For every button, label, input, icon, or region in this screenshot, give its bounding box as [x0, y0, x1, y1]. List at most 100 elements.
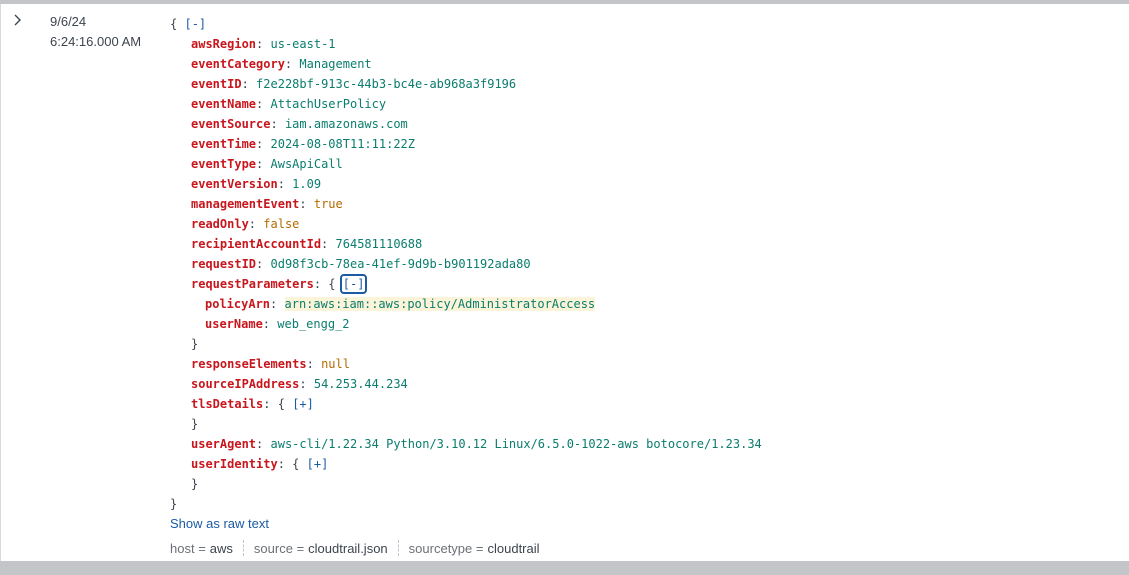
event-panel: 9/6/24 6:24:16.000 AM { [-] awsRegion: u…: [0, 4, 1129, 561]
field-recipientAccountId: recipientAccountId: 764581110688: [191, 234, 422, 254]
meta-field-name: source =: [253, 541, 305, 556]
colon: :: [256, 97, 264, 111]
field-key: eventType: [191, 157, 257, 171]
field-key: tlsDetails: [191, 397, 264, 411]
field-value[interactable]: AwsApiCall: [271, 157, 343, 171]
colon: :: [256, 157, 264, 171]
colon: :: [299, 197, 307, 211]
field-value[interactable]: f2e228bf-913c-44b3-bc4e-ab968a3f9196: [256, 77, 516, 91]
field-value[interactable]: 764581110688: [336, 237, 423, 251]
field-userAgent: userAgent: aws-cli/1.22.34 Python/3.10.1…: [191, 434, 762, 454]
field-tlsDetails: tlsDetails: { [+]: [191, 394, 314, 414]
meta-field-host: host = aws: [170, 540, 233, 558]
divider: [242, 540, 244, 556]
field-key: sourceIPAddress: [191, 377, 300, 391]
field-value[interactable]: web_engg_2: [277, 317, 349, 331]
meta-field-source: source = cloudtrail.json: [254, 540, 388, 558]
field-value[interactable]: 54.253.44.234: [314, 377, 408, 391]
field-key: recipientAccountId: [191, 237, 322, 251]
field-requestParameters: requestParameters: { [-]: [191, 274, 368, 294]
colon: :: [248, 217, 257, 231]
meta-field-name: host =: [170, 541, 206, 556]
field-key: userAgent: [191, 437, 257, 451]
field-key: managementEvent: [191, 197, 300, 211]
field-requestID: requestID: 0d98f3cb-78ea-41ef-9d9b-b9011…: [191, 254, 531, 274]
field-key: eventSource: [191, 117, 271, 131]
request-parameters-collapse-toggle[interactable]: [-]: [339, 274, 368, 294]
colon: :: [270, 297, 278, 311]
field-eventName: eventName: AttachUserPolicy: [191, 94, 386, 114]
field-key: requestParameters: [191, 277, 314, 291]
field-value[interactable]: 1.09: [292, 177, 321, 191]
meta-field-value[interactable]: cloudtrail: [487, 540, 539, 558]
field-value[interactable]: 0d98f3cb-78ea-41ef-9d9b-b901192ada80: [271, 257, 531, 271]
field-value-highlighted[interactable]: arn:aws:iam::aws:policy/AdministratorAcc…: [284, 297, 596, 311]
field-value[interactable]: AttachUserPolicy: [271, 97, 387, 111]
next-event-divider: [0, 561, 1129, 575]
open-brace: {: [292, 457, 300, 471]
close-brace-line: }: [191, 414, 198, 434]
field-key: eventCategory: [191, 57, 285, 71]
colon: :: [306, 357, 314, 371]
colon: :: [256, 257, 264, 271]
field-responseElements: responseElements: null: [191, 354, 350, 374]
collapse-toggle[interactable]: [-]: [184, 17, 206, 31]
field-value[interactable]: iam.amazonaws.com: [285, 117, 408, 131]
field-value[interactable]: aws-cli/1.22.34 Python/3.10.12 Linux/6.5…: [271, 437, 762, 451]
field-userName: userName: web_engg_2: [205, 314, 350, 334]
field-awsRegion: awsRegion: us-east-1: [191, 34, 336, 54]
meta-field-value[interactable]: aws: [210, 540, 233, 558]
field-key: eventVersion: [191, 177, 278, 191]
close-brace-line: }: [191, 334, 198, 354]
field-readOnly: readOnly: false: [191, 214, 299, 234]
colon: :: [321, 237, 329, 251]
field-eventVersion: eventVersion: 1.09: [191, 174, 321, 194]
colon: :: [256, 137, 264, 151]
meta-field-sourcetype: sourcetype = cloudtrail: [409, 540, 540, 558]
field-managementEvent: managementEvent: true: [191, 194, 343, 214]
colon: :: [270, 117, 278, 131]
chevron-right-icon[interactable]: [13, 14, 27, 30]
meta-field-name: sourcetype =: [408, 541, 484, 556]
close-brace: }: [191, 337, 199, 351]
close-brace: }: [191, 417, 199, 431]
colon: :: [241, 77, 249, 91]
divider: [397, 540, 399, 556]
open-brace: {: [170, 17, 178, 31]
field-value[interactable]: us-east-1: [271, 37, 336, 51]
colon: :: [299, 377, 307, 391]
field-key: eventTime: [191, 137, 257, 151]
show-raw-text-link[interactable]: Show as raw text: [170, 515, 269, 533]
selected-fields: host = aws source = cloudtrail.json sour…: [170, 540, 540, 558]
close-brace: }: [191, 477, 199, 491]
field-value[interactable]: true: [314, 197, 343, 211]
user-identity-expand-toggle[interactable]: [+]: [307, 457, 329, 471]
event-timestamp: 9/6/24 6:24:16.000 AM: [50, 12, 141, 52]
colon: :: [313, 277, 322, 291]
field-userIdentity: userIdentity: { [+]: [191, 454, 328, 474]
event-date: 9/6/24: [50, 14, 87, 29]
field-key: responseElements: [191, 357, 307, 371]
field-key: eventID: [191, 77, 242, 91]
field-key: requestID: [191, 257, 257, 271]
meta-field-value[interactable]: cloudtrail.json: [308, 540, 388, 558]
colon: :: [277, 457, 285, 471]
json-open-line: { [-]: [170, 14, 206, 34]
field-eventSource: eventSource: iam.amazonaws.com: [191, 114, 408, 134]
field-value[interactable]: null: [321, 357, 350, 371]
open-brace: {: [328, 277, 336, 291]
field-key: userName: [205, 317, 263, 331]
event-time: 6:24:16.000 AM: [50, 34, 142, 49]
tls-details-expand-toggle[interactable]: [+]: [292, 397, 314, 411]
field-eventID: eventID: f2e228bf-913c-44b3-bc4e-ab968a3…: [191, 74, 516, 94]
field-key: userIdentity: [191, 457, 278, 471]
field-key: readOnly: [191, 217, 249, 231]
field-value[interactable]: 2024-08-08T11:11:22Z: [271, 137, 416, 151]
colon: :: [256, 437, 264, 451]
field-eventTime: eventTime: 2024-08-08T11:11:22Z: [191, 134, 415, 154]
field-sourceIPAddress: sourceIPAddress: 54.253.44.234: [191, 374, 408, 394]
colon: :: [263, 397, 271, 411]
field-value[interactable]: Management: [299, 57, 371, 71]
field-policyArn: policyArn: arn:aws:iam::aws:policy/Admin…: [205, 294, 596, 314]
field-value[interactable]: false: [263, 217, 299, 231]
